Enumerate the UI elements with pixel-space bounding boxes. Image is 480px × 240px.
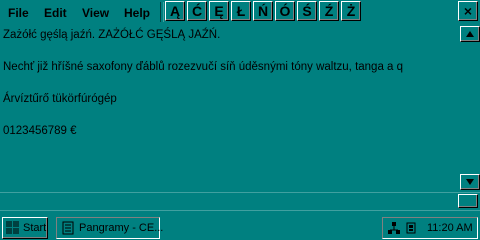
triangle-up-icon: [466, 31, 474, 37]
editor-line: Árvíztűrő tükörfúrógép: [3, 93, 117, 105]
taskbar-window-label: Pangramy - CE...: [79, 222, 164, 234]
menu-separator: [160, 2, 164, 22]
menu-file[interactable]: File: [8, 6, 29, 20]
text-editor[interactable]: Zażółć gęślą jaźń. ZAŻÓŁĆ GĘŚLĄ JAŹŃ. Ne…: [0, 24, 460, 192]
scroll-up-button[interactable]: [460, 26, 480, 42]
insert-char-button-e-ogonek[interactable]: Ę: [209, 1, 229, 21]
insert-char-button-o-acute[interactable]: Ó: [275, 1, 295, 21]
insert-char-button-c-acute[interactable]: Ć: [187, 1, 207, 21]
menu-view[interactable]: View: [82, 6, 109, 20]
notepad-icon: [62, 221, 74, 235]
insert-char-button-z-dot[interactable]: Ż: [341, 1, 361, 21]
windows-flag-icon: [6, 221, 19, 234]
network-icon[interactable]: [387, 221, 401, 235]
insert-char-button-z-acute[interactable]: Ź: [319, 1, 339, 21]
size-grip[interactable]: [458, 194, 478, 208]
start-label: Start: [23, 222, 47, 234]
scroll-down-button[interactable]: [460, 174, 480, 190]
insert-char-button-a-ogonek[interactable]: Ą: [165, 1, 185, 21]
insert-char-button-n-acute[interactable]: Ń: [253, 1, 273, 21]
editor-line: 0123456789 €: [3, 125, 77, 137]
menu-edit[interactable]: Edit: [44, 6, 67, 20]
clock[interactable]: 11:20 AM: [427, 222, 473, 234]
menu-bar: File Edit View Help Ą Ć Ę Ł Ń Ó Ś Ź Ż ×: [0, 0, 480, 24]
taskbar: Start Pangramy - CE... 11:20 AM: [0, 210, 480, 240]
volume-icon[interactable]: [405, 221, 419, 235]
system-tray: 11:20 AM: [382, 217, 478, 239]
scrollbar-border: [0, 192, 480, 193]
close-button[interactable]: ×: [458, 1, 478, 21]
insert-char-button-s-acute[interactable]: Ś: [297, 1, 317, 21]
insert-char-button-l-stroke[interactable]: Ł: [231, 1, 251, 21]
vertical-scrollbar[interactable]: [460, 24, 480, 192]
editor-line: Zażółć gęślą jaźń. ZAŻÓŁĆ GĘŚLĄ JAŹŃ.: [3, 29, 221, 41]
menu-help[interactable]: Help: [124, 6, 150, 20]
triangle-down-icon: [466, 179, 474, 185]
start-button[interactable]: Start: [2, 217, 48, 239]
horizontal-scrollbar[interactable]: [0, 192, 480, 210]
taskbar-window-button[interactable]: Pangramy - CE...: [56, 217, 164, 239]
editor-line: Nechť již hříšné saxofony ďáblů rozezvuč…: [3, 61, 404, 73]
